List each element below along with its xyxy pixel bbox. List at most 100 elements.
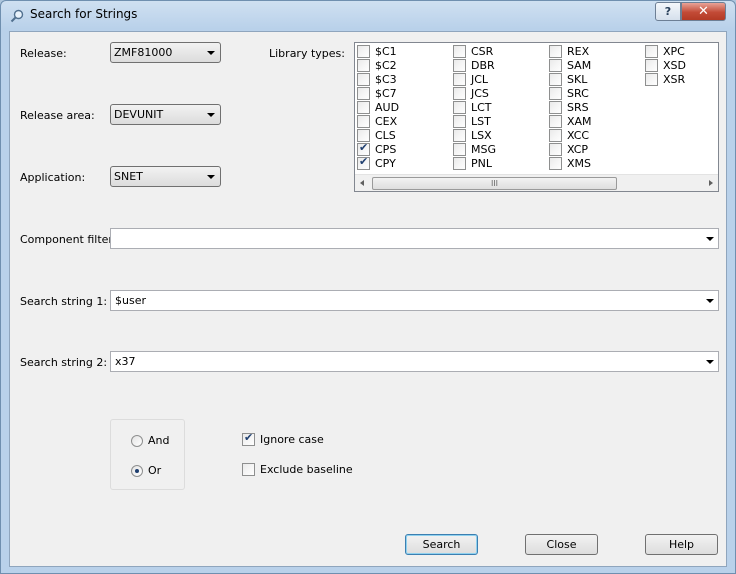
library-type-item[interactable]: $C3: [357, 72, 397, 86]
library-type-checkbox[interactable]: [549, 86, 562, 100]
library-type-item[interactable]: LCT: [453, 100, 492, 114]
library-type-checkbox[interactable]: [645, 44, 658, 58]
library-type-item[interactable]: $C2: [357, 58, 397, 72]
search-button[interactable]: Search: [405, 534, 478, 555]
library-type-item[interactable]: XSR: [645, 72, 685, 86]
library-type-item[interactable]: XAM: [549, 114, 592, 128]
library-type-checkbox[interactable]: [357, 72, 370, 86]
library-type-checkbox[interactable]: [549, 142, 562, 156]
library-type-checkbox[interactable]: [645, 72, 658, 86]
library-type-item[interactable]: JCS: [453, 86, 489, 100]
chevron-down-icon[interactable]: [706, 299, 714, 303]
library-type-item[interactable]: $C7: [357, 86, 397, 100]
horizontal-scrollbar[interactable]: III: [355, 174, 718, 191]
library-type-label: CSR: [471, 44, 494, 58]
library-type-checkbox[interactable]: [357, 86, 370, 100]
or-radio[interactable]: Or: [131, 464, 161, 477]
library-type-checkbox[interactable]: [453, 100, 466, 114]
scroll-right-icon[interactable]: [709, 180, 713, 186]
library-type-label: SKL: [567, 72, 588, 86]
and-radio[interactable]: And: [131, 434, 169, 447]
library-type-checkbox[interactable]: [645, 58, 658, 72]
library-type-checkbox[interactable]: [549, 44, 562, 58]
library-type-checkbox[interactable]: [453, 44, 466, 58]
library-type-checkbox[interactable]: [549, 128, 562, 142]
library-types-label: Library types:: [269, 47, 345, 60]
chevron-down-icon: [207, 113, 215, 117]
scrollbar-thumb[interactable]: III: [372, 177, 617, 190]
library-type-item[interactable]: LST: [453, 114, 491, 128]
library-type-item[interactable]: XCP: [549, 142, 588, 156]
library-type-item[interactable]: LSX: [453, 128, 492, 142]
library-type-checkbox[interactable]: [357, 44, 370, 58]
library-type-item[interactable]: XMS: [549, 156, 591, 170]
library-type-checkbox[interactable]: [453, 86, 466, 100]
search-string-1-value: $user: [115, 294, 146, 307]
help-button[interactable]: Help: [645, 534, 718, 555]
library-type-item[interactable]: XPC: [645, 44, 685, 58]
component-filter-input[interactable]: [110, 228, 719, 249]
library-type-label: CEX: [375, 114, 398, 128]
library-type-item[interactable]: SRC: [549, 86, 589, 100]
library-type-checkbox[interactable]: [549, 72, 562, 86]
library-type-checkbox[interactable]: [549, 100, 562, 114]
search-icon: [10, 9, 24, 23]
library-type-item[interactable]: SAM: [549, 58, 591, 72]
title-close-button[interactable]: ✕: [681, 2, 726, 21]
library-type-item[interactable]: DBR: [453, 58, 495, 72]
chevron-down-icon[interactable]: [706, 360, 714, 364]
exclude-baseline-box[interactable]: [242, 463, 255, 476]
library-type-checkbox[interactable]: [453, 142, 466, 156]
library-type-item[interactable]: XSD: [645, 58, 686, 72]
library-type-item[interactable]: PNL: [453, 156, 492, 170]
library-type-item[interactable]: AUD: [357, 100, 399, 114]
library-type-item[interactable]: CEX: [357, 114, 397, 128]
search-string-2-input[interactable]: x37: [110, 351, 719, 372]
library-type-checkbox[interactable]: [453, 114, 466, 128]
and-radio-button[interactable]: [131, 434, 143, 447]
library-type-label: REX: [567, 44, 590, 58]
library-type-item[interactable]: XCC: [549, 128, 589, 142]
library-type-item[interactable]: REX: [549, 44, 589, 58]
library-type-checkbox[interactable]: [453, 156, 466, 170]
library-type-checkbox[interactable]: [549, 58, 562, 72]
library-type-checkbox[interactable]: [357, 100, 370, 114]
chevron-down-icon[interactable]: [706, 237, 714, 241]
release-value: ZMF81000: [114, 46, 173, 59]
scroll-left-icon[interactable]: [360, 180, 364, 186]
library-type-checkbox[interactable]: [453, 128, 466, 142]
title-help-button[interactable]: ?: [655, 2, 681, 21]
library-type-label: $C7: [375, 86, 397, 100]
release-area-select[interactable]: DEVUNIT: [110, 104, 221, 125]
library-type-checkbox[interactable]: [453, 58, 466, 72]
library-type-item[interactable]: SRS: [549, 100, 589, 114]
or-radio-button[interactable]: [131, 464, 143, 477]
search-string-2-value: x37: [115, 355, 136, 368]
library-type-item[interactable]: JCL: [453, 72, 488, 86]
search-string-1-input[interactable]: $user: [110, 290, 719, 311]
library-type-checkbox[interactable]: [549, 114, 562, 128]
release-area-value: DEVUNIT: [114, 108, 164, 121]
search-string-1-label: Search string 1:: [20, 295, 108, 308]
title-bar: Search for Strings ? ✕: [1, 1, 735, 29]
library-type-checkbox[interactable]: [549, 156, 562, 170]
library-type-item[interactable]: SKL: [549, 72, 587, 86]
close-button[interactable]: Close: [525, 534, 598, 555]
ignore-case-label: Ignore case: [260, 433, 324, 446]
ignore-case-checkbox[interactable]: Ignore case: [242, 431, 324, 446]
library-type-item[interactable]: MSG: [453, 142, 496, 156]
library-type-item[interactable]: CSR: [453, 44, 493, 58]
library-type-checkbox[interactable]: [357, 114, 370, 128]
application-select[interactable]: SNET: [110, 166, 221, 187]
library-type-checkbox[interactable]: [357, 58, 370, 72]
release-select[interactable]: ZMF81000: [110, 42, 221, 63]
dialog-title: Search for Strings: [30, 7, 138, 21]
library-type-checkbox[interactable]: [453, 72, 466, 86]
library-type-checkbox[interactable]: [357, 155, 370, 170]
exclude-baseline-checkbox[interactable]: Exclude baseline: [242, 463, 353, 476]
library-type-item[interactable]: CPY: [357, 155, 396, 170]
library-type-label: XSR: [663, 72, 686, 86]
library-types-list[interactable]: $C1$C2$C3$C7AUDCEXCLSCPSCPYCSRDBRJCLJCSL…: [354, 42, 719, 192]
ignore-case-box[interactable]: [242, 431, 255, 446]
library-type-item[interactable]: $C1: [357, 44, 397, 58]
